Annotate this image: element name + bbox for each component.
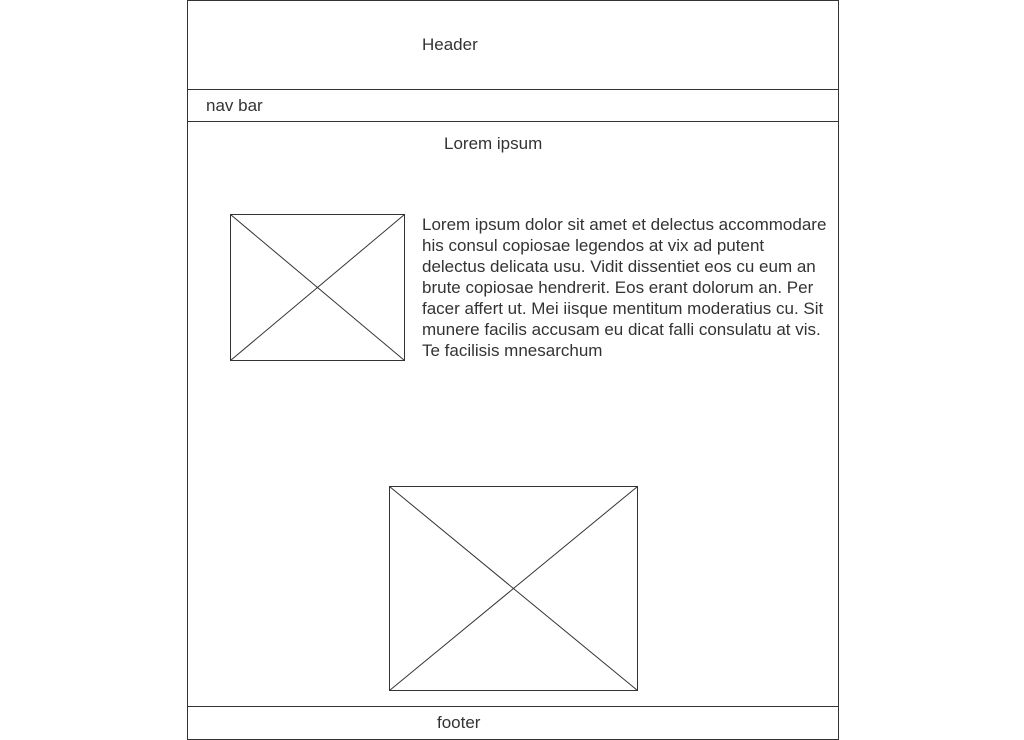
- content-paragraph: Lorem ipsum dolor sit amet et delectus a…: [422, 215, 827, 360]
- footer-label: footer: [437, 713, 481, 732]
- header-label: Header: [422, 35, 478, 54]
- footer-divider: [188, 706, 838, 707]
- image-placeholder-icon: [230, 214, 405, 361]
- nav-bar-label: nav bar: [206, 96, 263, 115]
- page-wireframe: Header nav bar Lorem ipsum Lorem ipsum d…: [187, 0, 839, 740]
- nav-divider: [188, 121, 838, 122]
- header-divider: [188, 89, 838, 90]
- image-placeholder-icon: [389, 486, 638, 691]
- content-title: Lorem ipsum: [444, 134, 543, 153]
